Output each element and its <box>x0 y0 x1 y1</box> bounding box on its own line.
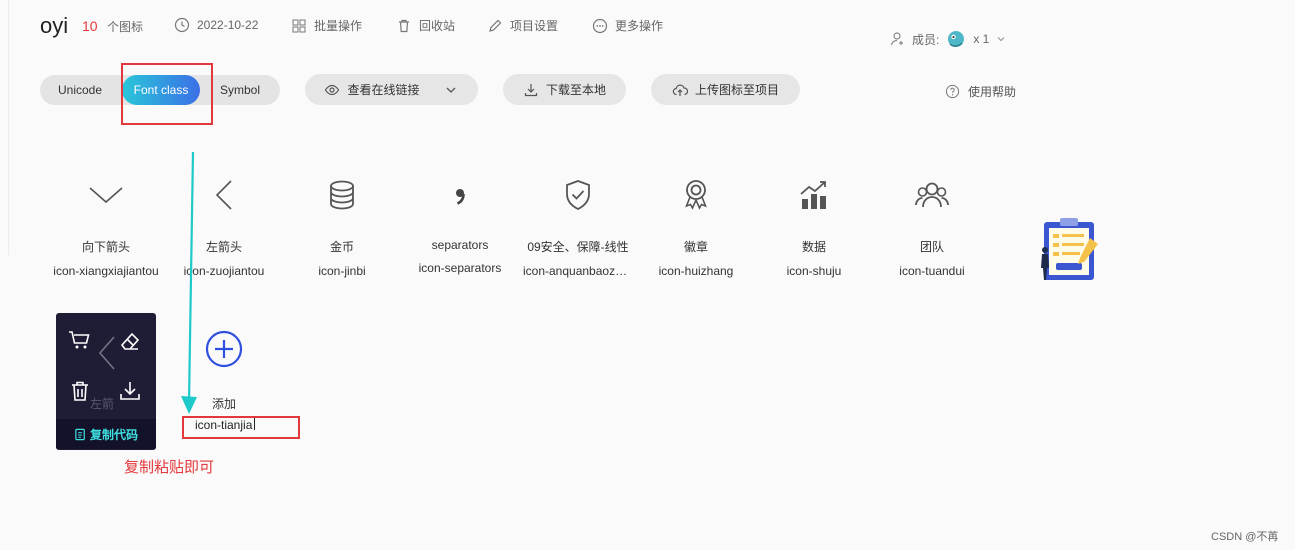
project-settings-button[interactable]: 项目设置 <box>487 17 558 34</box>
upload-label: 上传图标至项目 <box>694 83 779 97</box>
icon-class: icon-xiangxiajiantou <box>53 264 159 278</box>
cart-icon <box>69 331 90 349</box>
annotation-arrow <box>181 151 197 414</box>
icon-class: icon-tuandui <box>899 264 965 278</box>
tab-unicode[interactable]: Unicode <box>40 75 120 105</box>
download-label: 下载至本地 <box>545 83 606 97</box>
icon-cell-separators[interactable]: separators icon-separators <box>405 165 515 275</box>
icon-class: icon-jinbi <box>318 264 366 278</box>
icon-count-label: 个图标 <box>107 20 144 34</box>
date-text: 2022-10-22 <box>197 18 259 32</box>
user-icon <box>890 32 903 46</box>
icon-class: icon-shuju <box>786 264 842 278</box>
icon-cell-tuandui[interactable]: 团队 icon-tuandui <box>877 165 987 278</box>
recycle-bin-label: 回收站 <box>419 19 456 33</box>
eye-icon <box>325 84 340 95</box>
clipboard-illustration <box>1041 218 1098 280</box>
pencil-icon <box>489 19 502 32</box>
shield-check-icon <box>566 180 590 211</box>
left-border <box>8 0 9 255</box>
edit-button[interactable] <box>116 326 144 354</box>
icon-cell-xiangxiajiantou[interactable]: 向下箭头 icon-xiangxiajiantou <box>51 165 161 278</box>
more-dots-icon <box>592 18 608 33</box>
more-ops-label: 更多操作 <box>615 19 664 33</box>
icon-cell-huizhang[interactable]: 徽章 icon-huizhang <box>641 165 751 278</box>
plus-circle-icon <box>205 330 243 368</box>
question-icon <box>945 84 960 99</box>
members-label: 成员: <box>912 32 940 47</box>
icon-hover-card[interactable]: 左箭 复制代码 <box>56 313 156 450</box>
watermark: CSDN @不苒 <box>1211 531 1279 543</box>
batch-ops-label: 批量操作 <box>314 19 363 33</box>
view-online-label: 查看在线链接 <box>347 83 420 97</box>
chevron-down-icon <box>997 37 1005 42</box>
chevron-down-icon <box>89 187 123 204</box>
icon-class: icon-anquanbaozhang <box>523 264 633 278</box>
highlight-box-font-class <box>121 63 213 125</box>
download-button[interactable]: 下载至本地 <box>503 74 626 105</box>
help-link[interactable]: 使用帮助 <box>945 83 1016 100</box>
icon-cell-shuju[interactable]: 数据 icon-shuju <box>759 165 869 278</box>
comma-icon <box>456 189 465 205</box>
icon-name: 团队 <box>919 240 944 254</box>
icon-cell-jinbi[interactable]: 金币 icon-jinbi <box>287 165 397 278</box>
batch-ops-button[interactable]: 批量操作 <box>291 17 362 34</box>
grid-icon <box>292 19 306 32</box>
coins-icon <box>330 180 354 210</box>
icon-name: separators <box>431 238 489 252</box>
date-info: 2022-10-22 <box>174 17 258 33</box>
download-icon <box>120 382 140 400</box>
chevron-down-icon <box>446 87 455 93</box>
project-name: oyi <box>40 13 69 38</box>
team-icon <box>915 182 949 208</box>
add-to-cart-button[interactable] <box>66 326 94 354</box>
trash-icon <box>72 381 88 401</box>
icon-name: 09安全、保障-线性 <box>527 240 629 254</box>
tab-symbol[interactable]: Symbol <box>202 75 278 105</box>
add-icon-button[interactable] <box>204 329 244 369</box>
icon-name: 数据 <box>801 240 826 254</box>
upload-button[interactable]: 上传图标至项目 <box>651 74 800 105</box>
chart-icon <box>800 181 826 209</box>
icon-name: 向下箭头 <box>81 240 130 254</box>
icon-name: 徽章 <box>683 240 708 254</box>
copy-code-button[interactable]: 复制代码 <box>56 419 156 449</box>
chevron-left-icon <box>215 180 232 210</box>
chevron-left-icon <box>96 333 116 373</box>
avatar <box>948 31 965 47</box>
view-online-link-button[interactable]: 查看在线链接 <box>305 74 478 105</box>
help-label: 使用帮助 <box>968 85 1017 99</box>
icon-class: icon-huizhang <box>658 264 734 278</box>
add-label: 添加 <box>211 397 236 411</box>
more-ops-button[interactable]: 更多操作 <box>592 17 663 34</box>
trash-icon <box>399 19 409 32</box>
badge-icon <box>685 180 707 210</box>
copy-icon <box>75 428 85 440</box>
copy-code-label: 复制代码 <box>89 427 138 442</box>
annotation-text: 复制粘贴即可 <box>124 459 215 476</box>
members-info[interactable]: 成员: x 1 <box>890 28 1007 50</box>
download-button[interactable] <box>116 377 144 405</box>
icon-name: 金币 <box>329 240 354 254</box>
icon-count: 10 <box>82 18 98 34</box>
icon-cell-anquanbaozhang[interactable]: 09安全、保障-线性 icon-anquanbaozhang <box>523 165 633 278</box>
project-settings-label: 项目设置 <box>510 19 559 33</box>
members-count: x 1 <box>973 32 990 46</box>
download-icon <box>524 83 538 96</box>
recycle-bin-button[interactable]: 回收站 <box>396 17 455 34</box>
cloud-upload-icon <box>672 84 688 96</box>
behind-label: 左箭 <box>90 397 115 411</box>
icon-class: icon-separators <box>418 261 502 275</box>
eraser-icon <box>120 332 140 350</box>
clock-icon <box>174 17 190 33</box>
